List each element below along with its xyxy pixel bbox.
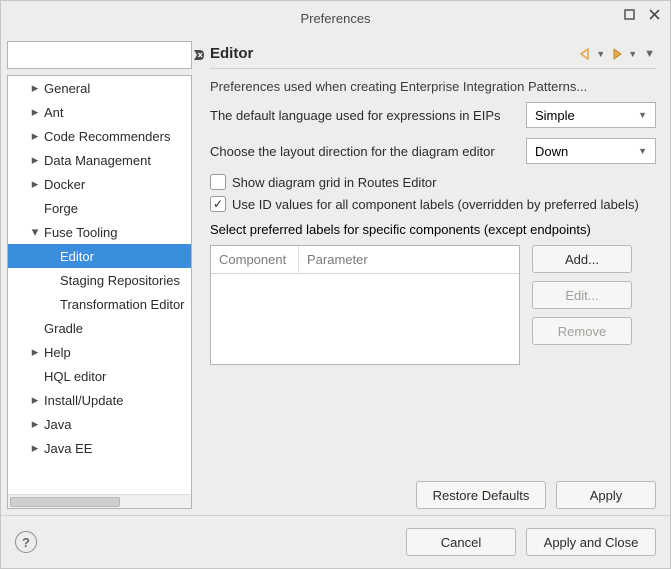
tree-horizontal-scrollbar[interactable]	[8, 494, 191, 508]
tree-item-label: Transformation Editor	[58, 297, 185, 312]
table-buttons: Add... Edit... Remove	[532, 245, 632, 365]
layout-select[interactable]: Down ▼	[526, 138, 656, 164]
page-title: Editor	[210, 45, 253, 62]
tree-item[interactable]: ▸Ant	[8, 100, 191, 124]
tree-item-label: HQL editor	[42, 369, 106, 384]
preference-tree[interactable]: ▸General▸Ant▸Code Recommenders▸Data Mana…	[7, 75, 192, 509]
window-title: Preferences	[300, 11, 370, 26]
search-input[interactable]	[12, 44, 192, 66]
tree-item[interactable]: Staging Repositories	[8, 268, 191, 292]
table-intro: Select preferred labels for specific com…	[210, 222, 656, 237]
page-nav: ▼ ▼ ▼	[578, 48, 656, 60]
expand-icon[interactable]: ▸	[28, 344, 42, 360]
scrollbar-thumb[interactable]	[10, 497, 120, 507]
tree-item-label: Docker	[42, 177, 85, 192]
close-icon[interactable]	[649, 9, 660, 20]
tree-item-label: Gradle	[42, 321, 83, 336]
tree-item-label: Java	[42, 417, 71, 432]
tree-item[interactable]: Transformation Editor	[8, 292, 191, 316]
back-button[interactable]: ▼	[578, 48, 606, 60]
language-label: The default language used for expression…	[210, 108, 516, 123]
id-checkbox[interactable]	[210, 196, 226, 212]
tree-item-label: Fuse Tooling	[42, 225, 117, 240]
page-header: Editor ▼ ▼ ▼	[210, 45, 656, 69]
tree-item-label: Editor	[58, 249, 94, 264]
editor-preference-page: Editor ▼ ▼ ▼ Preferences used when creat…	[196, 35, 670, 515]
tree-item[interactable]: ▸Install/Update	[8, 388, 191, 412]
tree-item-label: Java EE	[42, 441, 92, 456]
apply-and-close-button[interactable]: Apply and Close	[526, 528, 656, 556]
window-controls	[624, 9, 660, 20]
grid-checkbox[interactable]	[210, 174, 226, 190]
search-field-wrap[interactable]	[7, 41, 192, 69]
grid-label: Show diagram grid in Routes Editor	[232, 175, 437, 190]
cancel-button[interactable]: Cancel	[406, 528, 516, 556]
tree-item[interactable]: ▸Java EE	[8, 436, 191, 460]
chevron-down-icon: ▼	[638, 110, 647, 120]
preferences-window: Preferences ▸General▸Ant▸Code Recommende…	[0, 0, 671, 569]
language-row: The default language used for expression…	[210, 102, 656, 128]
page-footer: Restore Defaults Apply	[210, 465, 656, 509]
tree-item-label: Forge	[42, 201, 78, 216]
restore-defaults-button[interactable]: Restore Defaults	[416, 481, 546, 509]
tree-item[interactable]: Editor	[8, 244, 191, 268]
chevron-down-icon: ▼	[638, 146, 647, 156]
tree-item[interactable]: ▸Java	[8, 412, 191, 436]
tree-item-label: Ant	[42, 105, 64, 120]
expand-icon[interactable]: ▸	[28, 176, 42, 192]
col-component[interactable]: Component	[211, 246, 299, 273]
tree-item-label: General	[42, 81, 90, 96]
tree-item-label: Code Recommenders	[42, 129, 170, 144]
forward-button[interactable]: ▼	[610, 48, 638, 60]
help-icon[interactable]: ?	[15, 531, 37, 553]
expand-icon[interactable]: ▸	[28, 104, 42, 120]
maximize-icon[interactable]	[624, 9, 635, 20]
dialog-footer: ? Cancel Apply and Close	[1, 515, 670, 568]
tree-item[interactable]: ▸Help	[8, 340, 191, 364]
id-check-row[interactable]: Use ID values for all component labels (…	[210, 196, 656, 212]
language-select[interactable]: Simple ▼	[526, 102, 656, 128]
edit-button: Edit...	[532, 281, 632, 309]
apply-button[interactable]: Apply	[556, 481, 656, 509]
dialog-body: ▸General▸Ant▸Code Recommenders▸Data Mana…	[1, 35, 670, 515]
page-menu-button[interactable]: ▼	[642, 48, 656, 60]
sidebar: ▸General▸Ant▸Code Recommenders▸Data Mana…	[1, 35, 196, 515]
grid-check-row[interactable]: Show diagram grid in Routes Editor	[210, 174, 656, 190]
component-label-section: Component Parameter Add... Edit... Remov…	[210, 245, 656, 365]
tree-item[interactable]: HQL editor	[8, 364, 191, 388]
tree-item[interactable]: Forge	[8, 196, 191, 220]
page-description: Preferences used when creating Enterpris…	[210, 79, 656, 94]
titlebar: Preferences	[1, 1, 670, 35]
add-button[interactable]: Add...	[532, 245, 632, 273]
layout-row: Choose the layout direction for the diag…	[210, 138, 656, 164]
language-value: Simple	[535, 108, 575, 123]
col-parameter[interactable]: Parameter	[299, 246, 376, 273]
expand-icon[interactable]: ▸	[28, 152, 42, 168]
expand-icon[interactable]: ▸	[28, 392, 42, 408]
remove-button: Remove	[532, 317, 632, 345]
expand-icon[interactable]: ▸	[28, 128, 42, 144]
tree-item[interactable]: ▾Fuse Tooling	[8, 220, 191, 244]
tree-item[interactable]: ▸Docker	[8, 172, 191, 196]
tree-item[interactable]: ▸General	[8, 76, 191, 100]
tree-item-label: Help	[42, 345, 71, 360]
expand-icon[interactable]: ▸	[28, 80, 42, 96]
tree-item-label: Install/Update	[42, 393, 124, 408]
expand-icon[interactable]: ▸	[28, 416, 42, 432]
id-label: Use ID values for all component labels (…	[232, 197, 639, 212]
collapse-icon[interactable]: ▾	[28, 224, 42, 240]
tree-item-label: Data Management	[42, 153, 151, 168]
tree-item[interactable]: ▸Code Recommenders	[8, 124, 191, 148]
expand-icon[interactable]: ▸	[28, 440, 42, 456]
layout-label: Choose the layout direction for the diag…	[210, 144, 516, 159]
layout-value: Down	[535, 144, 568, 159]
tree-item[interactable]: Gradle	[8, 316, 191, 340]
tree-item[interactable]: ▸Data Management	[8, 148, 191, 172]
tree-item-label: Staging Repositories	[58, 273, 180, 288]
component-table[interactable]: Component Parameter	[210, 245, 520, 365]
